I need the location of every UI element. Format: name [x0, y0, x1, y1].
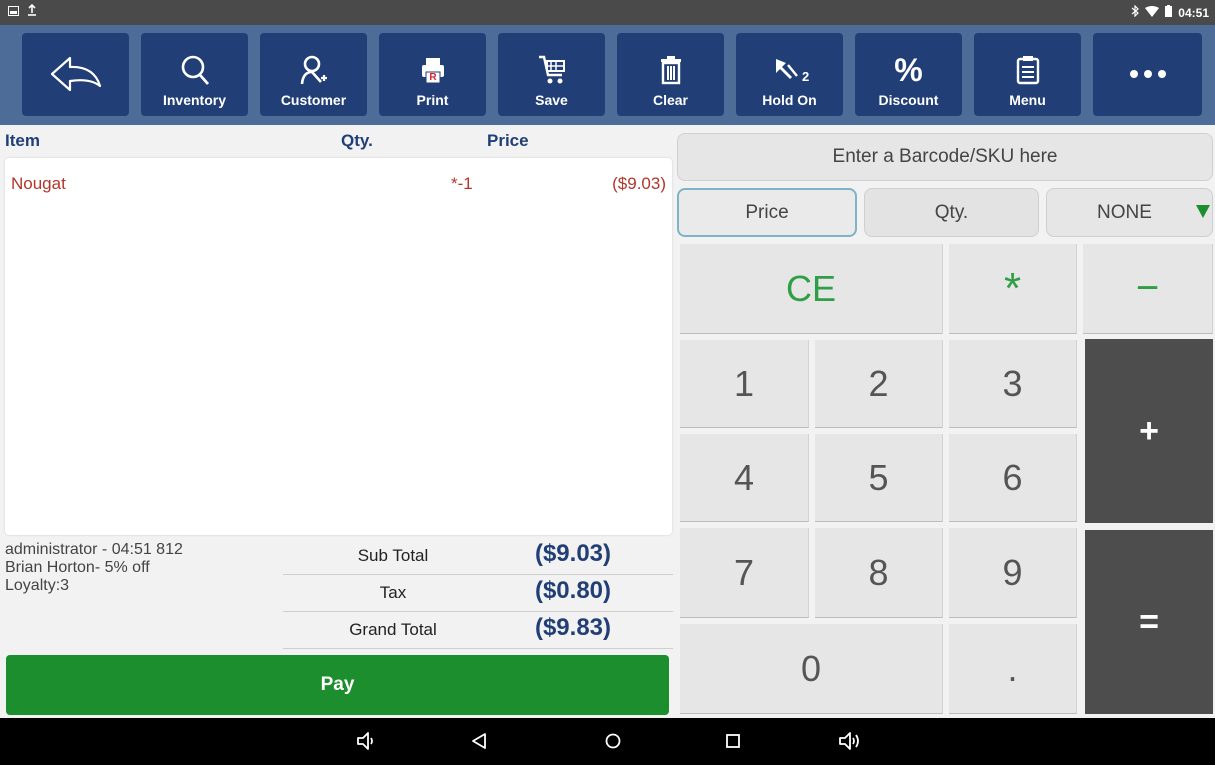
column-header-qty: Qty. — [341, 131, 373, 150]
back-arrow-icon — [48, 54, 104, 94]
pos-app: 04:51 Inventory Customer R Print Save Cl… — [0, 0, 1215, 765]
upload-notification-icon — [27, 3, 37, 19]
discount-label: Discount — [878, 92, 939, 108]
hold-count: 2 — [802, 69, 809, 84]
printer-icon: R — [419, 50, 447, 90]
key-1[interactable]: 1 — [680, 340, 809, 428]
print-button[interactable]: R Print — [379, 33, 486, 116]
pay-button[interactable]: Pay — [6, 655, 669, 715]
wifi-icon — [1145, 5, 1160, 20]
more-dots-icon — [1128, 54, 1168, 94]
percent-icon: % — [894, 51, 923, 88]
android-nav-bar — [0, 718, 1215, 765]
cart-item-price: ($9.03) — [612, 174, 666, 193]
key-3[interactable]: 3 — [949, 340, 1077, 428]
menu-button[interactable]: Menu — [974, 33, 1081, 116]
key-8[interactable]: 8 — [815, 528, 943, 618]
clear-label: Clear — [652, 92, 689, 108]
cart-item-row[interactable]: Nougat *-1 ($9.03) — [5, 172, 672, 198]
cart-item-list: Nougat *-1 ($9.03) — [5, 158, 672, 535]
key-ce[interactable]: CE — [680, 244, 943, 334]
key-decimal[interactable]: . — [949, 624, 1077, 714]
shopping-cart-icon — [537, 50, 567, 90]
inventory-button[interactable]: Inventory — [141, 33, 248, 116]
volume-up-icon[interactable] — [838, 731, 864, 756]
status-bar: 04:51 — [0, 0, 1215, 25]
toolbar: Inventory Customer R Print Save Clear 2 … — [0, 25, 1215, 125]
totals-divider — [283, 648, 673, 649]
pin-icon: 2 — [770, 50, 810, 90]
battery-icon — [1165, 5, 1173, 20]
column-header-price: Price — [487, 131, 529, 150]
key-6[interactable]: 6 — [949, 434, 1077, 522]
save-label: Save — [535, 92, 568, 108]
key-0[interactable]: 0 — [680, 624, 943, 714]
price-mode-button[interactable]: Price — [677, 188, 857, 237]
tax-value: ($0.80) — [534, 577, 612, 604]
loyalty-info: Loyalty:3 — [5, 577, 70, 594]
key-plus[interactable]: + — [1085, 339, 1213, 523]
svg-text:R: R — [429, 72, 437, 83]
key-9[interactable]: 9 — [949, 528, 1077, 618]
back-button[interactable] — [22, 33, 129, 116]
key-4[interactable]: 4 — [680, 434, 809, 522]
screenshot-notification-icon — [8, 5, 19, 19]
key-minus[interactable]: − — [1083, 244, 1213, 334]
totals-divider — [283, 611, 673, 612]
add-customer-icon — [299, 50, 329, 90]
more-button[interactable] — [1093, 33, 1202, 116]
customer-label: Customer — [280, 92, 347, 108]
clipboard-icon — [1016, 50, 1040, 90]
subtotal-label: Sub Total — [357, 546, 429, 565]
hold-on-button[interactable]: 2 Hold On — [736, 33, 843, 116]
volume-down-icon[interactable] — [356, 731, 378, 756]
print-label: Print — [416, 92, 449, 108]
recents-nav-icon[interactable] — [723, 731, 743, 756]
hold-on-label: Hold On — [762, 92, 817, 108]
back-nav-icon[interactable] — [470, 731, 488, 756]
grand-total-label: Grand Total — [349, 620, 437, 639]
menu-label: Menu — [1009, 92, 1046, 108]
tax-mode-selected: NONE — [1097, 201, 1152, 223]
grand-total-value: ($9.83) — [534, 614, 612, 641]
clear-button[interactable]: Clear — [617, 33, 724, 116]
key-5[interactable]: 5 — [815, 434, 943, 522]
customer-button[interactable]: Customer — [260, 33, 367, 116]
discount-button[interactable]: % Discount — [855, 33, 962, 116]
column-header-item: Item — [5, 131, 40, 150]
key-2[interactable]: 2 — [815, 340, 943, 428]
key-7[interactable]: 7 — [680, 528, 809, 618]
session-info: administrator - 04:51 812 Brian Horton- … — [5, 541, 183, 595]
bluetooth-icon — [1131, 4, 1140, 20]
customer-info: Brian Horton- 5% off — [5, 559, 150, 576]
save-button[interactable]: Save — [498, 33, 605, 116]
operator-info: administrator - 04:51 812 — [5, 541, 183, 558]
tax-mode-select[interactable]: NONE — [1046, 188, 1213, 237]
barcode-input[interactable]: Enter a Barcode/SKU here — [677, 133, 1213, 181]
cart-item-qty: *-1 — [451, 174, 473, 193]
search-icon — [180, 50, 210, 90]
key-multiply[interactable]: * — [949, 244, 1077, 334]
status-time: 04:51 — [1178, 5, 1209, 20]
totals-divider — [283, 574, 673, 575]
tax-label: Tax — [379, 583, 407, 602]
dropdown-arrow-icon — [1196, 205, 1210, 218]
cart-item-name: Nougat — [11, 174, 66, 193]
home-nav-icon[interactable] — [603, 731, 623, 756]
trash-icon — [659, 50, 683, 90]
subtotal-value: ($9.03) — [534, 540, 612, 567]
qty-mode-button[interactable]: Qty. — [864, 188, 1039, 237]
key-equals[interactable]: = — [1085, 530, 1213, 714]
inventory-label: Inventory — [162, 92, 226, 108]
